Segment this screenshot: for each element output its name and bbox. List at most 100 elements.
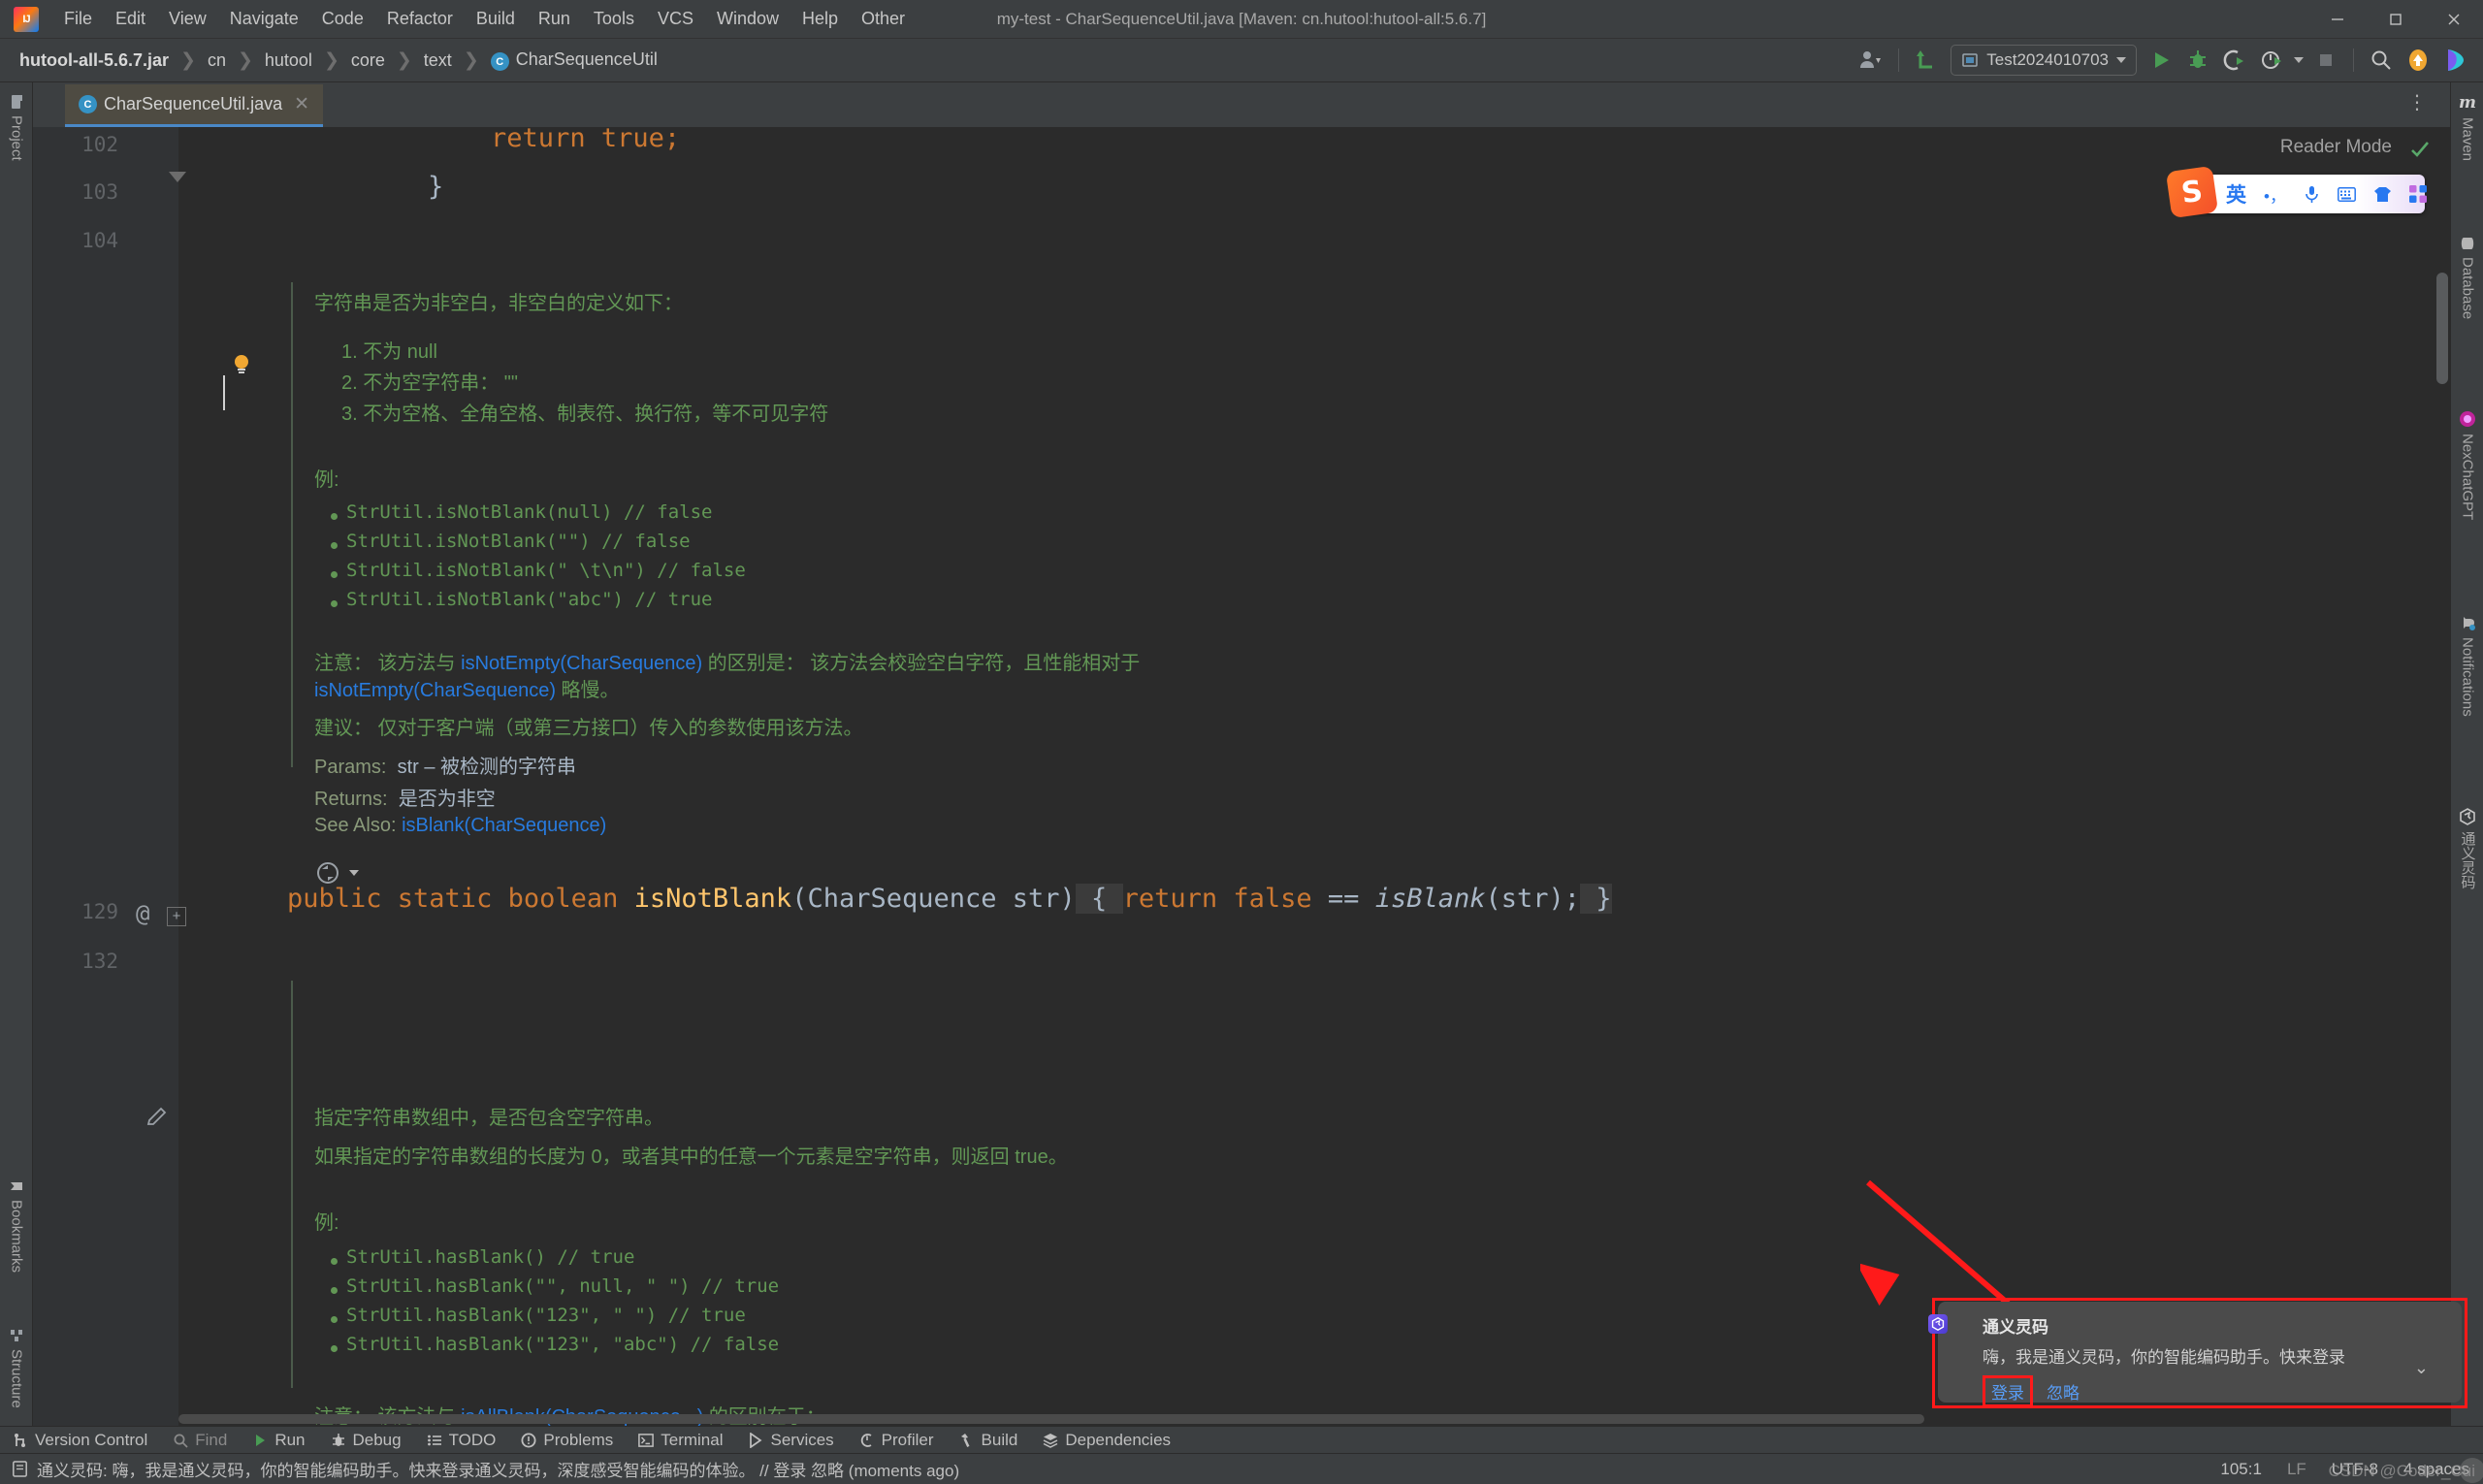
- ime-mode-toggle[interactable]: 英: [2226, 179, 2246, 209]
- debug-button[interactable]: [2179, 42, 2216, 79]
- toolwindow-find[interactable]: Find: [160, 1431, 240, 1450]
- menu-file[interactable]: File: [52, 5, 104, 33]
- breadcrumb-item-core[interactable]: core: [347, 48, 389, 73]
- tab-charsequenceutil[interactable]: C CharSequenceUtil.java ✕: [65, 84, 323, 127]
- toolwindow-todo[interactable]: TODO: [414, 1431, 509, 1450]
- menu-refactor[interactable]: Refactor: [375, 5, 465, 33]
- menu-navigate[interactable]: Navigate: [218, 5, 310, 33]
- update-project-icon[interactable]: [1908, 42, 1945, 79]
- vcs-icon: [13, 1433, 28, 1448]
- problems-icon: [521, 1433, 536, 1448]
- doc-advice: 建议： 仅对于客户端（或第三方接口）传入的参数使用该方法。: [314, 712, 863, 740]
- apps-grid-icon[interactable]: [2409, 185, 2427, 203]
- toolwindow-services[interactable]: Services: [735, 1431, 846, 1450]
- caret-position[interactable]: 105:1: [2220, 1460, 2262, 1479]
- toolwindow-version-control[interactable]: Version Control: [0, 1431, 160, 1450]
- menu-run[interactable]: Run: [527, 5, 582, 33]
- notification-ignore-link[interactable]: 忽略: [2047, 1379, 2080, 1403]
- project-icon: [9, 94, 24, 110]
- close-icon[interactable]: ✕: [294, 93, 309, 115]
- toolwindow-run[interactable]: Run: [240, 1431, 317, 1450]
- minimize-button[interactable]: [2308, 0, 2367, 39]
- sidebar-item-bookmarks[interactable]: Bookmarks: [0, 1171, 33, 1280]
- annotation-marker[interactable]: @: [136, 900, 149, 927]
- breadcrumb-item-text[interactable]: text: [420, 48, 456, 73]
- line-number: 132: [81, 950, 118, 973]
- maximize-button[interactable]: [2367, 0, 2425, 39]
- breadcrumb-item-jar[interactable]: hutool-all-5.6.7.jar: [16, 48, 173, 73]
- line-number: 129: [81, 900, 118, 923]
- breadcrumb-item-cn[interactable]: cn: [204, 48, 230, 73]
- toolwindow-debug[interactable]: Debug: [318, 1431, 414, 1450]
- title-bar: IJ File Edit View Navigate Code Refactor…: [0, 0, 2483, 39]
- sidebar-item-structure[interactable]: Structure: [0, 1320, 33, 1416]
- doc-params-row: Params: str – 被检测的字符串: [314, 751, 576, 779]
- microphone-icon[interactable]: [2304, 185, 2320, 204]
- profile-button[interactable]: [2253, 42, 2290, 79]
- run-with-coverage-button[interactable]: [2216, 42, 2253, 79]
- notification-popup[interactable]: 通义灵码 嗨，我是通义灵码，你的智能编码助手。快来登录 登录 忽略 ⌄: [1938, 1302, 2462, 1403]
- toolwindow-dependencies[interactable]: Dependencies: [1030, 1431, 1183, 1450]
- database-icon: [2460, 236, 2475, 251]
- updates-available-icon[interactable]: [2400, 42, 2436, 79]
- edit-icon[interactable]: [145, 1105, 170, 1135]
- menu-other[interactable]: Other: [850, 5, 917, 33]
- sidebar-item-database[interactable]: Database: [2451, 228, 2483, 327]
- keyboard-icon[interactable]: [2338, 187, 2356, 202]
- user-icon[interactable]: [1853, 42, 1889, 79]
- sidebar-item-maven[interactable]: m Maven: [2451, 86, 2483, 169]
- doc-link-isnotempty[interactable]: isNotEmpty(CharSequence): [461, 653, 702, 674]
- doc-left-rule: [291, 282, 293, 767]
- menu-vcs[interactable]: VCS: [646, 5, 705, 33]
- breadcrumb-item-hutool[interactable]: hutool: [261, 48, 316, 73]
- sidebar-item-project[interactable]: Project: [0, 86, 33, 169]
- stop-button[interactable]: [2307, 42, 2344, 79]
- sidebar-item-notifications[interactable]: Notifications: [2451, 606, 2483, 725]
- status-bar: 通义灵码: 嗨，我是通义灵码，你的智能编码助手。快来登录通义灵码，深度感受智能编…: [0, 1453, 2483, 1484]
- run-configuration-selector[interactable]: Test2024010703: [1951, 45, 2137, 76]
- doc-bullet: [331, 1345, 338, 1352]
- navigation-bar: hutool-all-5.6.7.jar ❯ cn ❯ hutool ❯ cor…: [0, 39, 2483, 82]
- skin-icon[interactable]: [2373, 186, 2392, 203]
- chevron-down-icon[interactable]: ⌄: [2414, 1358, 2429, 1378]
- ai-assistant-icon[interactable]: [2436, 42, 2473, 79]
- sidebar-item-nexchatgpt[interactable]: NexChatGPT: [2451, 403, 2483, 528]
- editor-vertical-scrollbar[interactable]: [2436, 273, 2448, 384]
- ime-punctuation-toggle[interactable]: •，: [2264, 182, 2286, 207]
- doc-bullet: [331, 513, 338, 520]
- status-message-area[interactable]: 通义灵码: 嗨，我是通义灵码，你的智能编码助手。快来登录通义灵码，深度感受智能编…: [12, 1457, 959, 1481]
- toolwindow-problems[interactable]: Problems: [508, 1431, 626, 1450]
- sogou-ime-toolbar[interactable]: S 英 •，: [2180, 175, 2425, 213]
- toolwindow-build[interactable]: Build: [947, 1431, 1031, 1450]
- notification-login-link[interactable]: 登录: [1983, 1375, 2033, 1407]
- toolwindow-profiler[interactable]: Profiler: [847, 1431, 947, 1450]
- doc-list-item: 2. 不为空字符串： "": [341, 367, 518, 395]
- menu-build[interactable]: Build: [465, 5, 527, 33]
- doc-link-isblank[interactable]: isBlank(CharSequence): [402, 815, 606, 836]
- run-button[interactable]: [2143, 42, 2179, 79]
- menu-edit[interactable]: Edit: [104, 5, 157, 33]
- editor-options-icon[interactable]: ⋮: [2407, 90, 2429, 114]
- sogou-logo-icon[interactable]: S: [2166, 166, 2218, 218]
- editor-gutter[interactable]: 102 103 104 129 132 @ +: [33, 127, 178, 1426]
- structure-icon: [9, 1328, 24, 1343]
- status-indicators: 105:1 LF UTF-8 4 spaces CSDN @Coder_Cui: [2220, 1460, 2483, 1479]
- search-everywhere-icon[interactable]: [2363, 42, 2400, 79]
- menu-window[interactable]: Window: [705, 5, 790, 33]
- breadcrumb-item-class[interactable]: CCharSequenceUtil: [487, 48, 661, 74]
- menu-help[interactable]: Help: [790, 5, 850, 33]
- profile-dropdown-icon[interactable]: [2290, 42, 2307, 79]
- menu-code[interactable]: Code: [310, 5, 375, 33]
- toolwindow-terminal[interactable]: Terminal: [626, 1431, 735, 1450]
- doc-link-isnotempty[interactable]: isNotEmpty(CharSequence): [314, 680, 556, 701]
- menu-tools[interactable]: Tools: [582, 5, 646, 33]
- sidebar-item-tongyi-lingma[interactable]: 通义灵码: [2451, 800, 2483, 897]
- editor-content[interactable]: return true; } 字符串是否为非空白，非空白的定义如下： 1. 不为…: [178, 127, 2450, 1426]
- close-button[interactable]: [2425, 0, 2483, 39]
- chevron-down-icon[interactable]: [349, 870, 359, 876]
- editor-horizontal-scrollbar[interactable]: [178, 1414, 1924, 1424]
- menu-view[interactable]: View: [157, 5, 218, 33]
- notifications-icon: [2459, 614, 2476, 631]
- line-separator[interactable]: LF: [2287, 1460, 2306, 1479]
- code-editor[interactable]: Reader Mode 102 103 104 129 132 @ +: [33, 127, 2450, 1426]
